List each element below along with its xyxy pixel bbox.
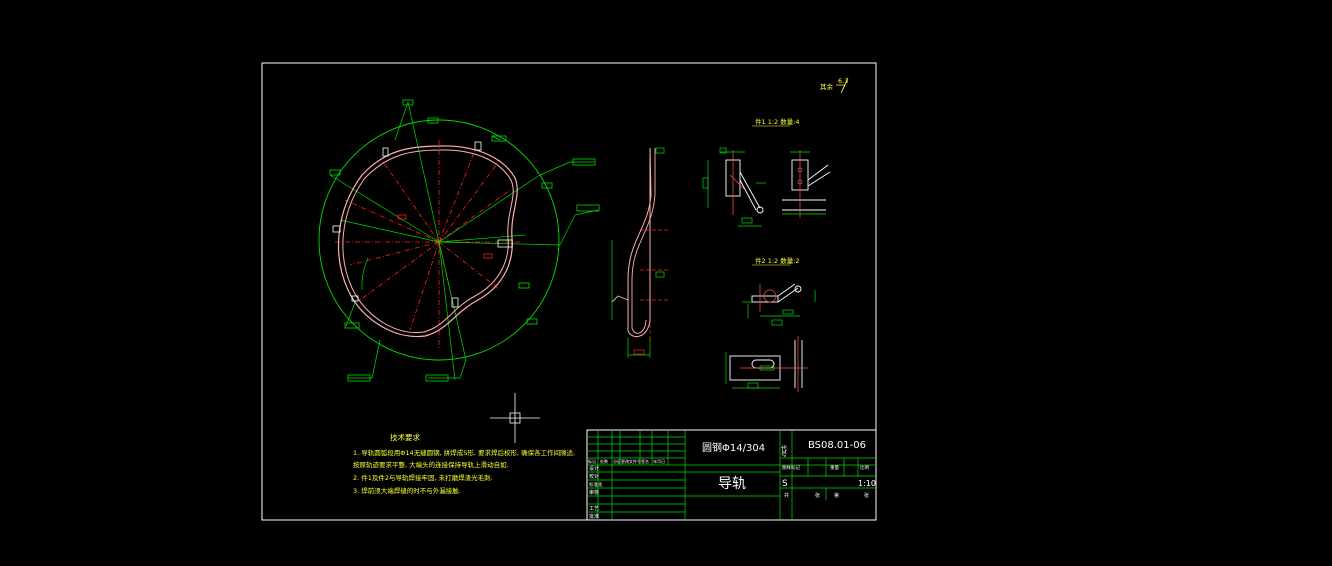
part1-label: 件1 1:2 数量:4 (755, 117, 800, 126)
part2-label: 件2 1:2 数量:2 (755, 256, 800, 265)
role-2: 标准化 (589, 481, 603, 488)
detail-part-2: 件2 1:2 数量:2 (725, 256, 816, 392)
rev-h-0: 标记 (588, 458, 596, 464)
rail-plan-view (318, 99, 600, 382)
sheet-0: 共 (784, 492, 789, 499)
note-line-1: 1. 导轨圆弧段用Φ14无缝圆钢, 拼焊成S形, 要求焊后校形, 确保各工作间隙… (353, 448, 575, 457)
detail-part-1: 件1 1:2 数量:4 (702, 117, 831, 227)
note-line-2: 按原轨迹要求平整, 大端头的连接保持导轨上滑动自如. (353, 460, 509, 469)
technical-notes: 技术要求 1. 导轨圆弧段用Φ14无缝圆钢, 拼焊成S形, 要求焊后校形, 确保… (353, 432, 575, 495)
part-name: 导轨 (718, 476, 746, 492)
role-4: 工艺 (589, 506, 599, 512)
roughness-symbol: 其余 6.3 (820, 77, 849, 94)
cad-drawing: 其余 6.3 件1 1:2 数量:4 件2 1:2 数量:2 技术要求 1. 导… (261, 62, 877, 521)
notes-title: 技术要求 (390, 432, 420, 442)
role-1: 校对 (589, 473, 599, 480)
stage-mark: S (782, 479, 788, 489)
sheet-1: 张 (815, 492, 820, 499)
title-block: 标记 处数 分区 更改文件号 签名 年月日 设计 校对 标准化 审核 工艺 批准… (586, 429, 877, 521)
material-text: 圆钢Φ14/304 (702, 441, 765, 454)
rev-h-1: 处数 (600, 458, 608, 464)
rev-h-4: 签名 (641, 458, 649, 464)
stage-h-2: 比例 (860, 464, 869, 471)
note-line-4: 3. 焊前须大端焊缝的时不与外漏接触. (353, 486, 461, 495)
stage-h-1: 重量 (830, 464, 839, 471)
scale-value: 1:10 (858, 479, 876, 488)
role-3: 审核 (589, 489, 599, 496)
cursor-crosshair (490, 393, 540, 443)
rev-h-3: 更改文件号 (621, 458, 641, 464)
sheet-2: 第 (834, 492, 839, 499)
role-0: 设计 (589, 465, 599, 472)
drawing-no-label: 代号 (780, 444, 787, 458)
rev-h-2: 分区 (613, 458, 621, 464)
stage-h-0: 图样标记 (782, 464, 800, 471)
role-5: 批准 (589, 513, 599, 520)
rail-side-view (611, 147, 668, 358)
drawing-number: BS08.01-06 (808, 440, 866, 451)
roughness-label: 其余 (820, 82, 834, 91)
note-line-3: 2. 件1及件2与导轨焊接牢固, 未打磨焊渣光毛刺. (353, 473, 493, 482)
sheet-3: 张 (864, 492, 869, 499)
rev-h-5: 年月日 (653, 458, 665, 464)
